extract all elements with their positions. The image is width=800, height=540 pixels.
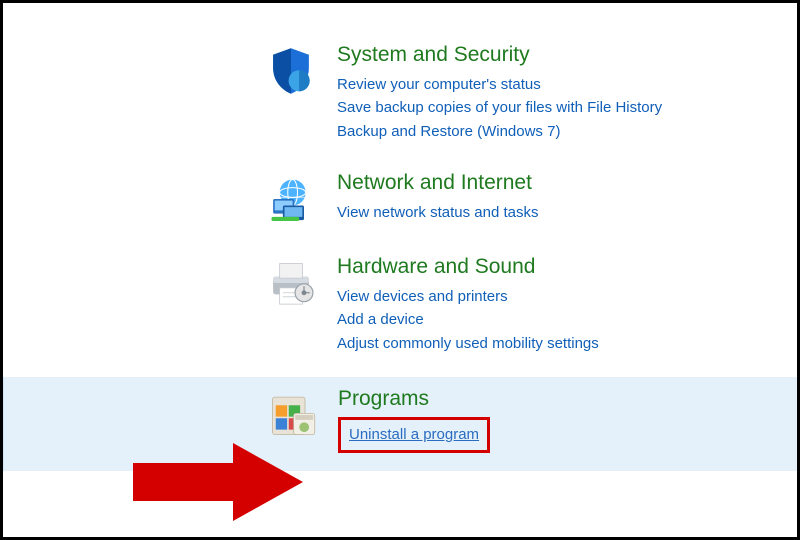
- category-programs: Programs Uninstall a program: [3, 377, 797, 471]
- programs-icon: [264, 387, 320, 443]
- link-uninstall-program[interactable]: Uninstall a program: [349, 423, 479, 446]
- category-title[interactable]: Hardware and Sound: [337, 255, 757, 279]
- link-file-history[interactable]: Save backup copies of your files with Fi…: [337, 96, 757, 119]
- link-network-status[interactable]: View network status and tasks: [337, 201, 757, 224]
- category-title[interactable]: Programs: [338, 387, 757, 411]
- category-title[interactable]: Network and Internet: [337, 171, 757, 195]
- category-title[interactable]: System and Security: [337, 43, 757, 67]
- highlight-box: Uninstall a program: [338, 417, 490, 453]
- category-system-security: System and Security Review your computer…: [263, 37, 757, 149]
- printer-icon: [263, 255, 319, 311]
- link-review-status[interactable]: Review your computer's status: [337, 73, 757, 96]
- globe-network-icon: [263, 171, 319, 227]
- link-mobility-settings[interactable]: Adjust commonly used mobility settings: [337, 332, 757, 355]
- link-add-device[interactable]: Add a device: [337, 308, 757, 331]
- link-devices-printers[interactable]: View devices and printers: [337, 285, 757, 308]
- category-network-internet: Network and Internet View network status…: [263, 165, 757, 233]
- link-backup-restore[interactable]: Backup and Restore (Windows 7): [337, 120, 757, 143]
- shield-icon: [263, 43, 319, 99]
- category-hardware-sound: Hardware and Sound View devices and prin…: [263, 249, 757, 361]
